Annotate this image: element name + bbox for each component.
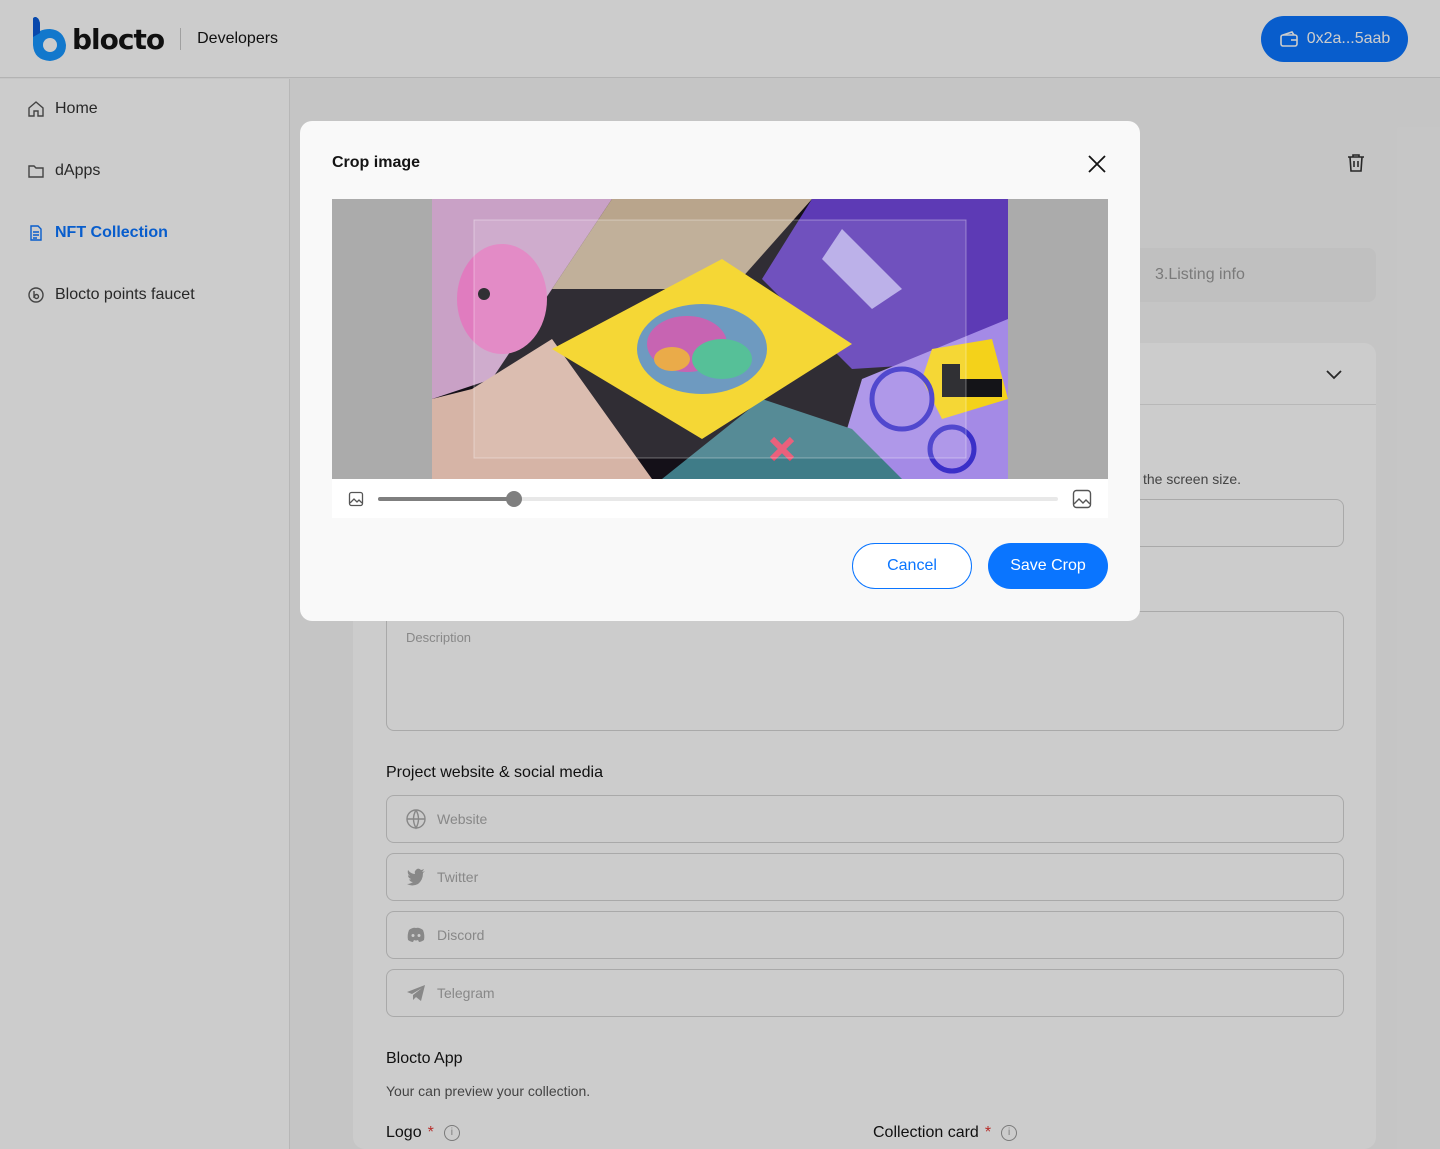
- zoom-slider-handle[interactable]: [506, 491, 522, 507]
- modal-title: Crop image: [332, 154, 421, 171]
- zoom-bar: [332, 479, 1108, 518]
- cancel-button[interactable]: Cancel: [852, 543, 972, 589]
- artwork-image: [432, 199, 1008, 479]
- image-large-icon[interactable]: [1072, 489, 1092, 509]
- image-small-icon[interactable]: [348, 491, 364, 507]
- close-icon[interactable]: [1086, 153, 1108, 175]
- crop-image-modal: Crop image Cancel Save Crop: [300, 121, 1140, 621]
- save-crop-button[interactable]: Save Crop: [988, 543, 1108, 589]
- zoom-slider[interactable]: [378, 491, 1058, 507]
- zoom-slider-fill: [378, 497, 514, 501]
- crop-area[interactable]: [332, 199, 1108, 479]
